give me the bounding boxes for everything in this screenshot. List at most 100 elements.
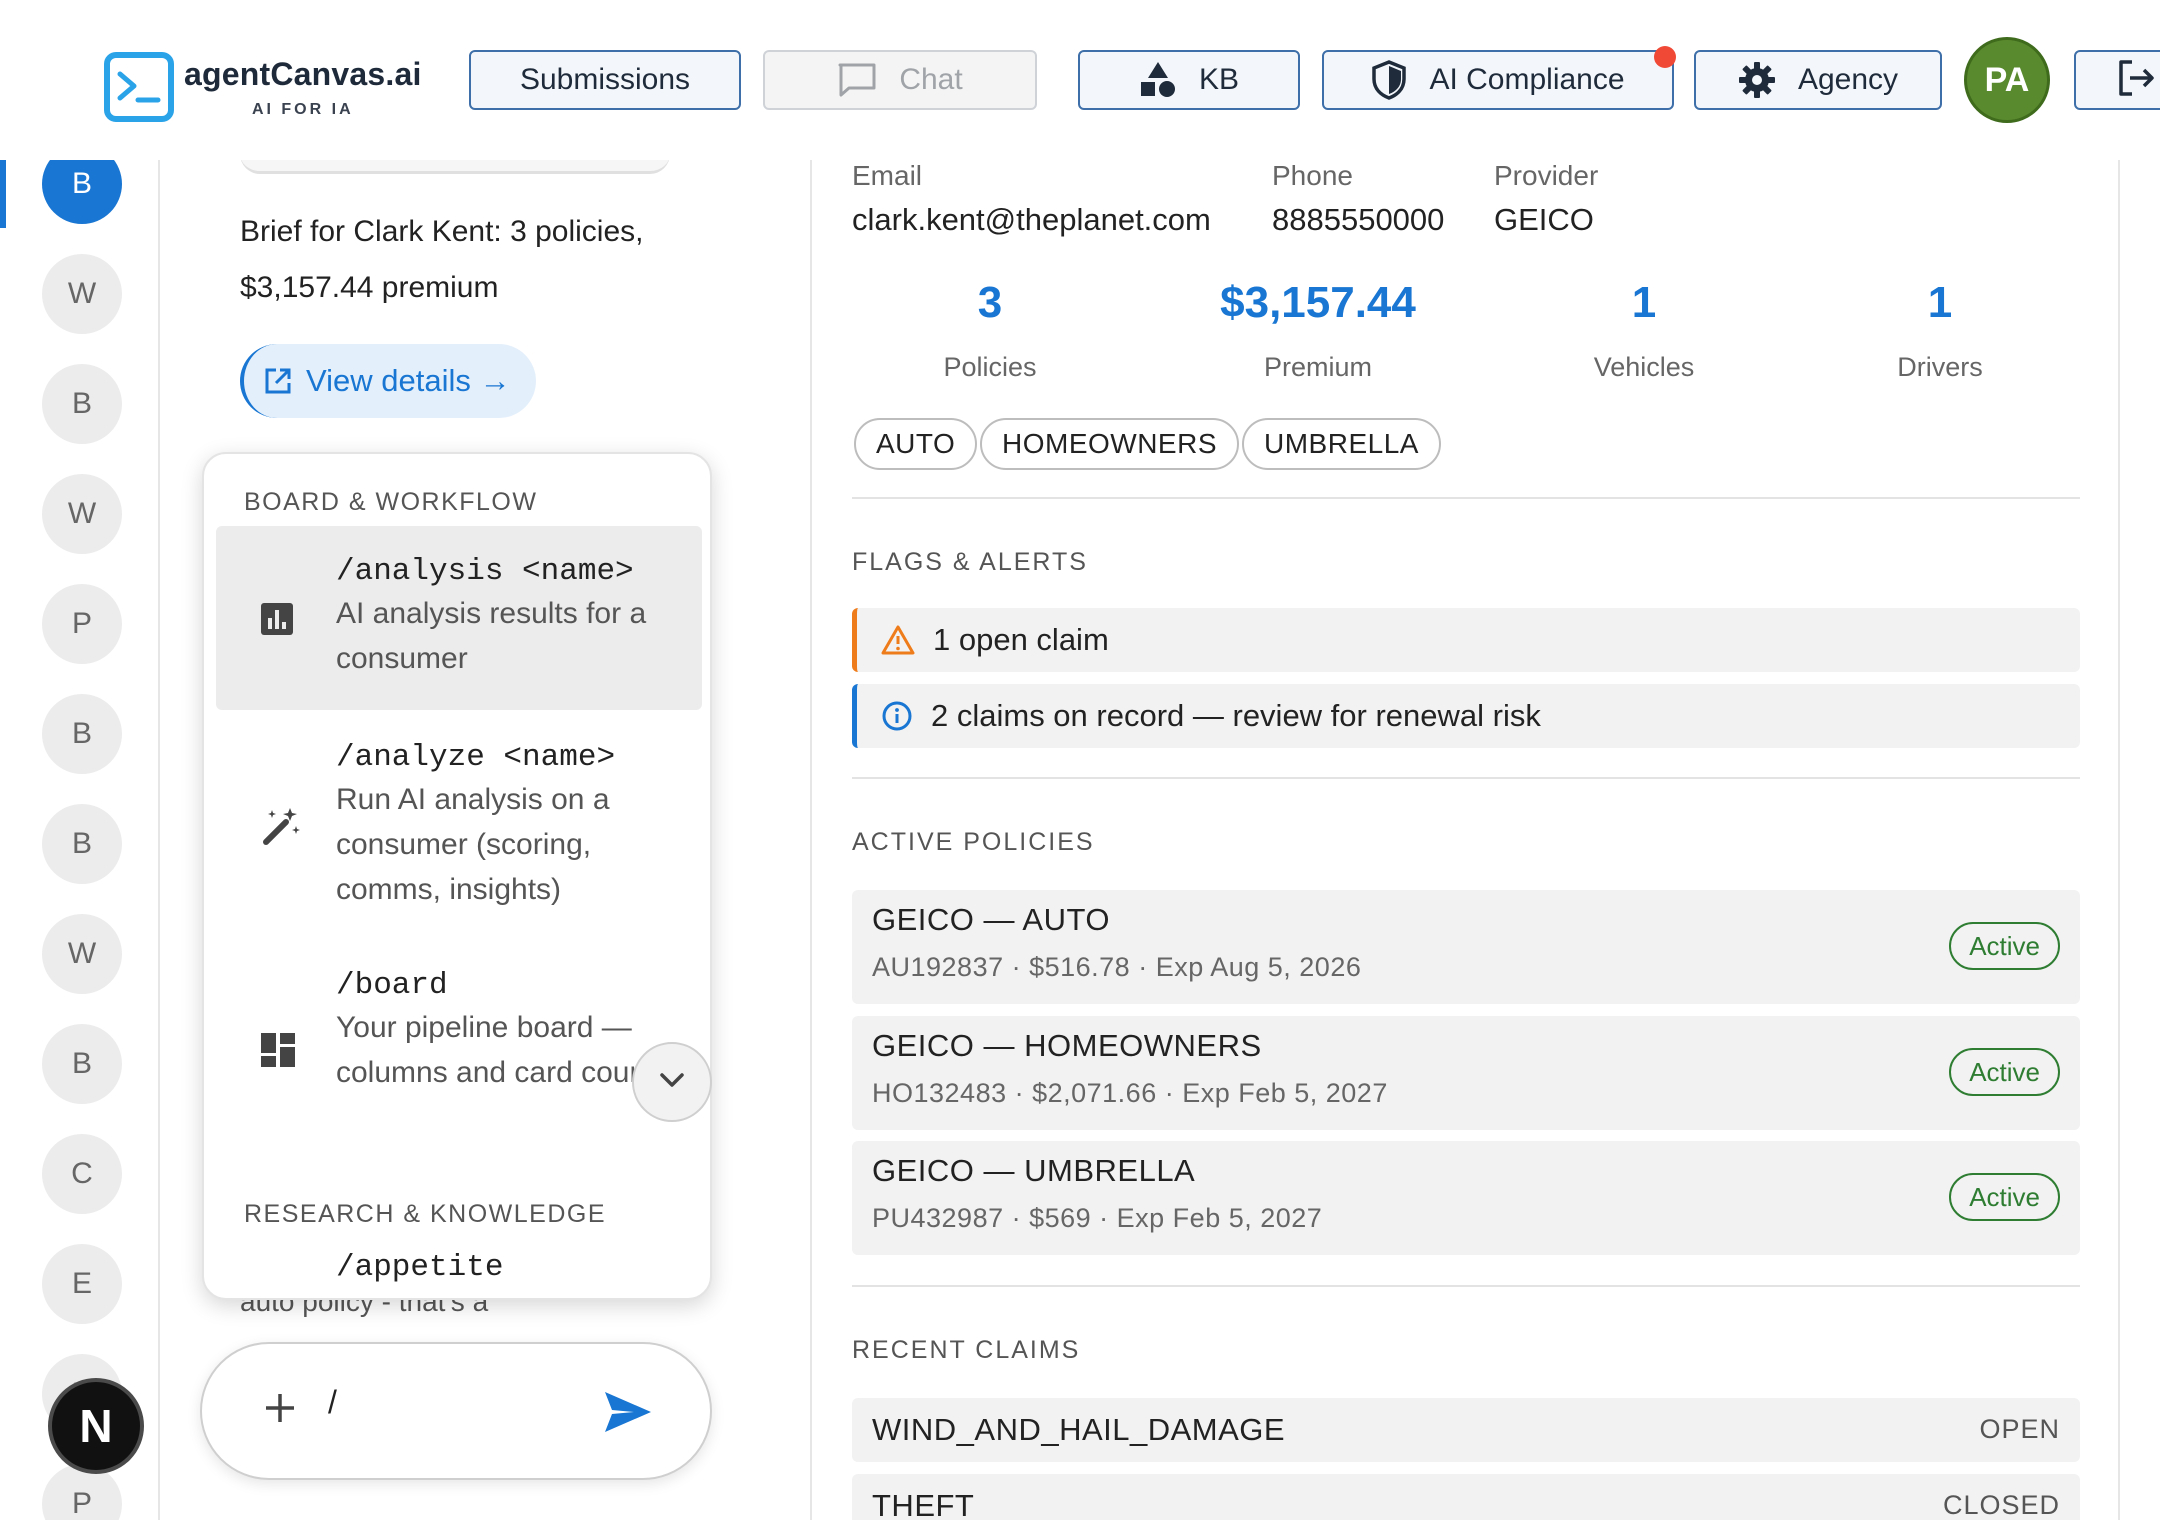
command-appetite[interactable]: /appetite: [216, 1250, 702, 1298]
alert-claims-on-record: 2 claims on record — review for renewal …: [852, 684, 2080, 748]
command-name: /analyze <name>: [336, 740, 616, 775]
rail-active-indicator: [0, 160, 6, 228]
warning-icon: [881, 625, 915, 655]
next-dev-badge[interactable]: N: [48, 1378, 144, 1474]
rail-item[interactable]: W: [42, 254, 122, 334]
alert-text: 2 claims on record — review for renewal …: [931, 698, 1541, 733]
rail-item[interactable]: P: [42, 1464, 122, 1520]
command-name: /appetite: [336, 1250, 504, 1285]
view-details-label: View details →: [306, 363, 511, 398]
rail-item[interactable]: B: [42, 804, 122, 884]
info-icon: [881, 700, 913, 732]
dashboard-icon: [260, 1032, 296, 1068]
stat-policies: 3 Policies: [840, 278, 1140, 383]
chat-input-box[interactable]: /: [200, 1342, 712, 1480]
command-analysis[interactable]: /analysis <name> AI analysis results for…: [216, 526, 702, 710]
line-chip-auto: AUTO: [854, 418, 978, 470]
rail-item[interactable]: B: [42, 694, 122, 774]
stat-value: 1: [1927, 278, 1953, 327]
status-badge: Active: [1949, 922, 2060, 970]
status-badge: Active: [1949, 1048, 2060, 1096]
menu-scroll-down-button[interactable]: [632, 1042, 712, 1122]
chat-input[interactable]: /: [328, 1384, 337, 1421]
ai-compliance-label: AI Compliance: [1429, 63, 1625, 96]
user-avatar[interactable]: PA: [1964, 37, 2050, 123]
divider: [852, 777, 2080, 779]
policy-row[interactable]: GEICO — AUTO AU192837 · $516.78 · Exp Au…: [852, 890, 2080, 1004]
top-navigation: agentCanvas.ai AI FOR IA Submissions Cha…: [0, 0, 2160, 160]
stat-premium: $3,157.44 Premium: [1168, 278, 1468, 383]
previous-message-card: [240, 160, 670, 174]
policy-title: GEICO — AUTO: [872, 902, 1110, 937]
stat-label: Vehicles: [1593, 352, 1695, 382]
rail-item[interactable]: C: [42, 1134, 122, 1214]
bar-chart-icon: [260, 602, 294, 636]
stat-label: Policies: [943, 352, 1037, 382]
notification-dot: [1654, 46, 1676, 68]
section-board-workflow: BOARD & WORKFLOW: [244, 488, 538, 516]
policy-meta: AU192837 · $516.78 · Exp Aug 5, 2026: [872, 952, 1362, 982]
chat-button[interactable]: Chat: [763, 50, 1037, 110]
submissions-button[interactable]: Submissions: [469, 50, 741, 110]
gear-icon: [1738, 61, 1776, 99]
slash-command-menu: BOARD & WORKFLOW /analysis <name> AI ana…: [202, 452, 712, 1300]
stat-value: 1: [1631, 278, 1657, 327]
send-icon[interactable]: [602, 1388, 654, 1441]
policy-row[interactable]: GEICO — UMBRELLA PU432987 · $569 · Exp F…: [852, 1141, 2080, 1255]
command-description: AI analysis results for a consumer: [336, 597, 647, 675]
rail-item[interactable]: E: [42, 1244, 122, 1324]
ai-compliance-button[interactable]: AI Compliance: [1322, 46, 1676, 110]
stat-value: 3: [977, 278, 1003, 327]
stat-vehicles: 1 Vehicles: [1494, 278, 1794, 383]
view-details-button[interactable]: View details →: [240, 344, 537, 418]
plus-icon[interactable]: [260, 1388, 300, 1433]
logout-button[interactable]: [2074, 50, 2160, 110]
chat-label: Chat: [899, 63, 963, 96]
policy-row[interactable]: GEICO — HOMEOWNERS HO132483 · $2,071.66 …: [852, 1016, 2080, 1130]
rail-item[interactable]: P: [42, 584, 122, 664]
command-description: Run AI analysis on a consumer (scoring, …: [336, 783, 610, 906]
section-research-knowledge: RESEARCH & KNOWLEDGE: [244, 1200, 607, 1228]
consumer-detail-panel: Email clark.kent@theplanet.com Phone 888…: [810, 160, 2120, 1520]
chevron-down-icon: [657, 1070, 687, 1095]
external-link-icon: [262, 365, 294, 397]
rail-item[interactable]: B: [42, 160, 122, 224]
magic-wand-icon: [260, 804, 302, 846]
consumer-rail: B W B W P B B W B C E B P: [0, 160, 160, 1520]
rail-item[interactable]: W: [42, 914, 122, 994]
phone-label: Phone: [1272, 160, 1353, 191]
rail-item[interactable]: B: [42, 1024, 122, 1104]
stat-label: Premium: [1263, 352, 1372, 382]
provider-label: Provider: [1494, 160, 1599, 191]
policy-meta: PU432987 · $569 · Exp Feb 5, 2027: [872, 1203, 1323, 1233]
stat-drivers: 1 Drivers: [1790, 278, 2090, 383]
logout-icon: [2116, 58, 2156, 103]
line-chip-homeowners: HOMEOWNERS: [980, 418, 1239, 470]
brief-message: Brief for Clark Kent: 3 policies, $3,157…: [240, 215, 644, 304]
rail-item[interactable]: B: [42, 364, 122, 444]
command-analyze[interactable]: /analyze <name> Run AI analysis on a con…: [216, 710, 702, 938]
chat-panel: Brief for Clark Kent: 3 policies, $3,157…: [162, 160, 802, 1520]
command-name: /analysis <name>: [336, 554, 634, 589]
app-logo[interactable]: agentCanvas.ai AI FOR IA: [104, 52, 422, 122]
email-label: Email: [852, 160, 923, 191]
stat-label: Drivers: [1897, 352, 1983, 382]
claim-row[interactable]: THEFT CLOSED: [852, 1474, 2080, 1520]
alert-open-claim: 1 open claim: [852, 608, 2080, 672]
policy-title: GEICO — HOMEOWNERS: [872, 1028, 1262, 1063]
kb-label: KB: [1198, 63, 1240, 96]
alert-text: 1 open claim: [933, 622, 1109, 657]
command-board[interactable]: /board Your pipeline board — columns and…: [216, 938, 702, 1166]
policy-title: GEICO — UMBRELLA: [872, 1153, 1196, 1188]
chat-bubble-icon: [837, 62, 877, 98]
kb-button[interactable]: KB: [1078, 50, 1300, 110]
rail-item[interactable]: W: [42, 474, 122, 554]
claim-row[interactable]: WIND_AND_HAIL_DAMAGE OPEN: [852, 1398, 2080, 1462]
shield-icon: [1371, 60, 1407, 100]
submissions-label: Submissions: [519, 63, 691, 96]
terminal-logo-icon: [104, 52, 174, 122]
agency-button[interactable]: Agency: [1694, 50, 1942, 110]
provider-value: GEICO: [1494, 202, 1594, 237]
claim-status: CLOSED: [1942, 1490, 2060, 1520]
agency-label: Agency: [1797, 63, 1899, 96]
